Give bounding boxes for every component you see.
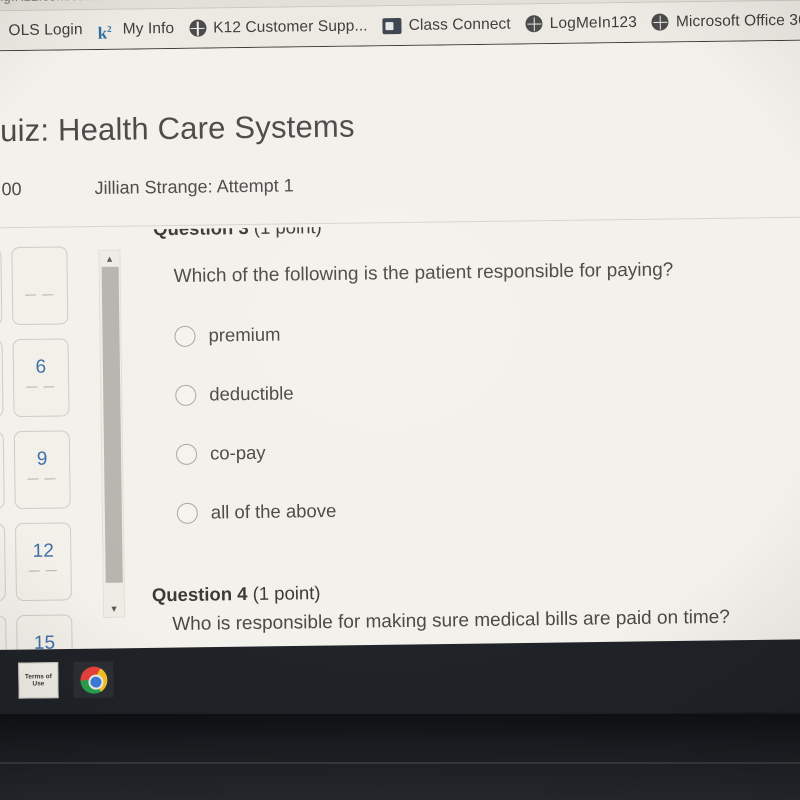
- quiz-timer: 00:00: [0, 178, 22, 200]
- content-scrollbar[interactable]: ▲ ▼: [98, 249, 126, 618]
- radio-button[interactable]: [175, 384, 197, 406]
- question-3-options: premium deductible co-pay all of the abo…: [174, 323, 337, 561]
- radio-button[interactable]: [174, 325, 196, 347]
- globe-icon: [525, 15, 543, 33]
- nav-cell-number: 9: [36, 448, 48, 470]
- k-superscript-icon: k2: [97, 22, 112, 43]
- terms-of-use-label: Terms of Use: [24, 672, 52, 688]
- bookmark-k12-customer-support[interactable]: K12 Customer Supp...: [189, 17, 368, 37]
- globe-icon: [189, 19, 207, 37]
- question-content-panel: Question 3 (1 point) Which of the follow…: [125, 221, 800, 670]
- chrome-logo-icon: [79, 665, 108, 694]
- k12-favicon: 12: [0, 22, 2, 39]
- bezel-edge-highlight: [0, 762, 800, 764]
- taskbar-terms-of-use-icon[interactable]: Terms of Use: [18, 662, 59, 699]
- nav-cell-status: — —: [27, 472, 58, 485]
- question-4-title: Question 4: [151, 583, 248, 606]
- attempt-label: Jillian Strange: Attempt 1: [94, 175, 294, 199]
- nav-cell[interactable]: 6 — —: [12, 338, 70, 418]
- photo-of-laptop-screen: ng.K12.com/dl/fl/content 12 OLS Login k2…: [0, 0, 800, 800]
- bookmark-label: Microsoft Office 365: [675, 11, 800, 30]
- video-camera-icon: [382, 17, 402, 34]
- nav-cell[interactable]: — —: [0, 339, 4, 418]
- bookmark-class-connect[interactable]: Class Connect: [382, 15, 511, 35]
- option-label: premium: [208, 323, 281, 346]
- laptop-screen: ng.K12.com/dl/fl/content 12 OLS Login k2…: [0, 0, 800, 672]
- nav-cell-status: — —: [0, 473, 3, 486]
- nav-cell-status: — —: [28, 564, 59, 577]
- nav-cell-status: — —: [25, 288, 55, 301]
- nav-cell-number: 3: [0, 265, 1, 288]
- address-bar-url: ng.K12.com/dl/fl/content: [0, 0, 140, 4]
- scroll-up-arrow-icon[interactable]: ▲: [99, 252, 119, 266]
- laptop-bezel: [0, 714, 800, 800]
- option-label: deductible: [209, 382, 294, 405]
- nav-cell-number: [0, 357, 2, 358]
- quiz-page: Quiz: Health Care Systems 00:00 Jillian …: [0, 40, 800, 672]
- bookmark-label: LogMeIn123: [549, 13, 638, 32]
- nav-cell-status: — —: [0, 381, 2, 394]
- question-navigator: 3 — — — — — — 6 — — — —: [0, 246, 81, 672]
- nav-cell-number: [0, 449, 3, 450]
- radio-button[interactable]: [175, 443, 198, 465]
- bookmark-label: Class Connect: [408, 15, 511, 34]
- globe-icon: [651, 13, 670, 31]
- nav-cell-status: — —: [0, 565, 5, 578]
- nav-cell-number: [13, 264, 67, 265]
- bookmark-microsoft-office-365[interactable]: Microsoft Office 365: [651, 11, 800, 31]
- bookmark-ols-login[interactable]: 12 OLS Login: [0, 21, 83, 40]
- nav-cell[interactable]: 9 — —: [13, 430, 71, 510]
- option-deductible[interactable]: deductible: [175, 382, 335, 406]
- nav-cell-number: 12: [32, 540, 55, 562]
- bookmark-label: My Info: [122, 19, 175, 38]
- bookmark-my-info[interactable]: k2 My Info: [97, 19, 175, 43]
- os-taskbar: Terms of Use: [0, 639, 800, 722]
- nav-cell-number: 11: [0, 541, 4, 564]
- nav-cell[interactable]: — —: [11, 246, 69, 326]
- nav-cell[interactable]: 11 — —: [0, 523, 6, 602]
- option-label: all of the above: [210, 499, 337, 523]
- nav-cell[interactable]: — —: [0, 431, 5, 510]
- question-3-prompt: Which of the following is the patient re…: [173, 259, 674, 287]
- bookmark-label: K12 Customer Supp...: [213, 16, 368, 36]
- nav-cell-status: — —: [0, 289, 1, 302]
- scroll-down-arrow-icon[interactable]: ▼: [104, 602, 124, 616]
- scrollbar-thumb[interactable]: [101, 266, 123, 583]
- nav-cell[interactable]: 12 — —: [14, 522, 72, 602]
- question-4-prompt: Who is responsible for making sure medic…: [172, 606, 730, 636]
- page-title: Quiz: Health Care Systems: [0, 108, 355, 149]
- option-premium[interactable]: premium: [174, 323, 334, 347]
- nav-cell-number: 6: [35, 356, 47, 378]
- bookmark-logmein123[interactable]: LogMeIn123: [525, 13, 638, 33]
- option-label: co-pay: [209, 441, 266, 464]
- nav-cell-status: — —: [26, 380, 57, 393]
- taskbar-chrome-icon[interactable]: [73, 661, 114, 698]
- bookmark-label: OLS Login: [8, 20, 83, 39]
- question-4-points: (1 point): [252, 582, 321, 604]
- option-co-pay[interactable]: co-pay: [175, 441, 336, 465]
- nav-cell[interactable]: 3 — —: [0, 247, 3, 326]
- question-4-heading: Question 4 (1 point): [152, 582, 321, 606]
- radio-button[interactable]: [176, 502, 198, 524]
- option-all-of-the-above[interactable]: all of the above: [176, 499, 337, 524]
